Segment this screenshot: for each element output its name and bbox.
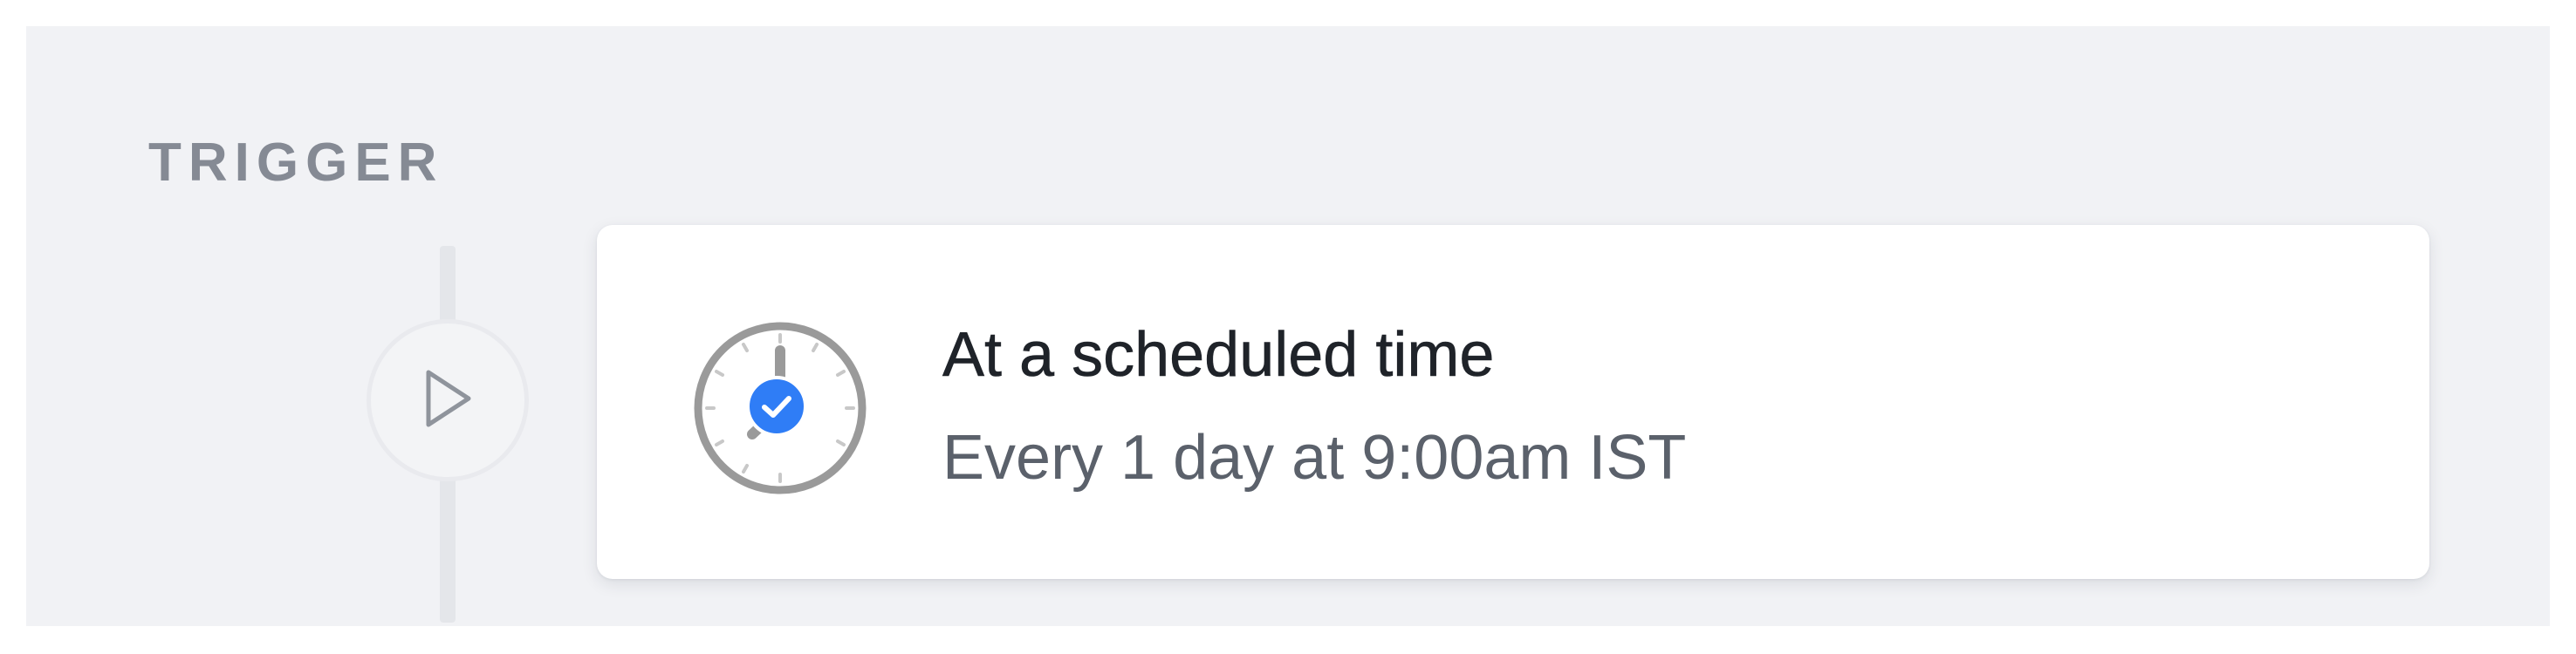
trigger-schedule: Every 1 day at 9:00am IST — [942, 423, 1687, 493]
workflow-panel: TRIGGER At a scheduled time Every 1 day … — [26, 26, 2550, 626]
trigger-title: At a scheduled time — [942, 320, 1495, 391]
play-icon — [420, 365, 476, 436]
trigger-card[interactable]: At a scheduled time Every 1 day at 9:00a… — [597, 225, 2429, 579]
section-label: TRIGGER — [148, 133, 444, 193]
check-circle-icon — [745, 375, 808, 438]
play-node-button[interactable] — [367, 319, 529, 481]
